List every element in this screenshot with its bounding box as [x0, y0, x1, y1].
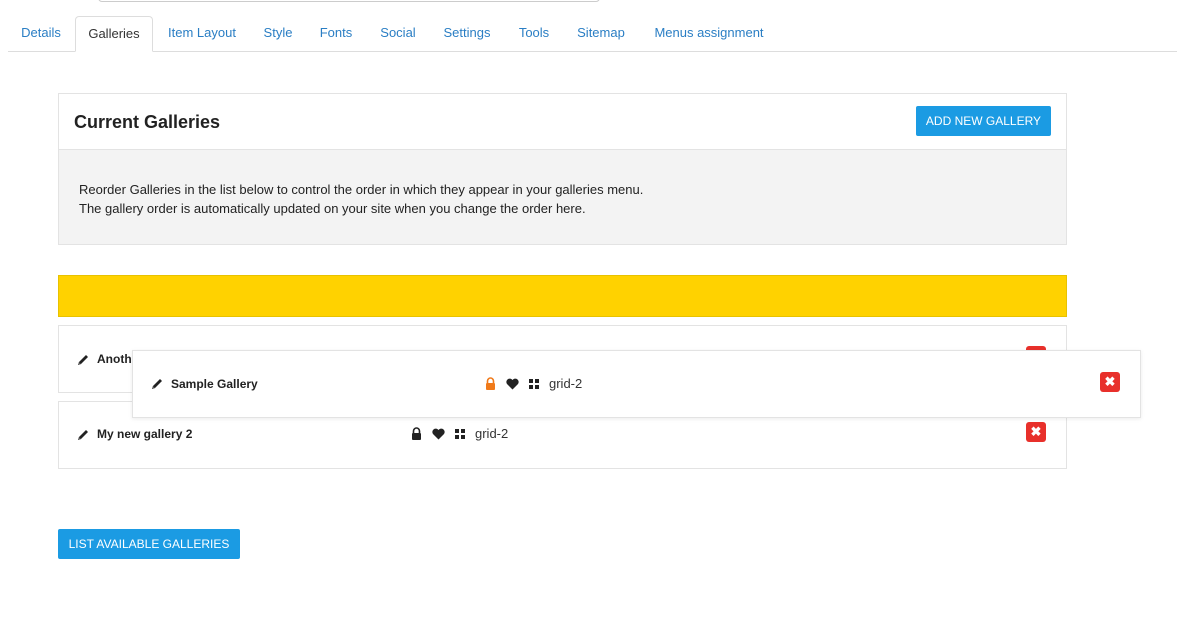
- pencil-icon[interactable]: [76, 353, 90, 367]
- tab-bar: Details Galleries Item Layout Style Font…: [8, 16, 1177, 52]
- lock-open-icon: [485, 377, 496, 390]
- layout-label: grid-2: [549, 376, 583, 391]
- list-available-galleries-button[interactable]: LIST AVAILABLE GALLERIES: [58, 529, 240, 559]
- tab-style[interactable]: Style: [257, 16, 299, 52]
- gallery-name[interactable]: Sample Gallery: [171, 377, 258, 391]
- gallery-meta: grid-2: [485, 376, 582, 391]
- description-line-2: The gallery order is automatically updat…: [79, 201, 586, 216]
- current-galleries-panel: Current Galleries ADD NEW GALLERY Reorde…: [58, 93, 1067, 245]
- top-text-field[interactable]: [98, 0, 600, 2]
- heart-icon: [506, 378, 519, 390]
- heart-icon: [432, 428, 445, 440]
- tab-details[interactable]: Details: [8, 16, 74, 52]
- description-line-1: Reorder Galleries in the list below to c…: [79, 182, 644, 197]
- tab-sitemap[interactable]: Sitemap: [571, 16, 631, 52]
- panel-description: Reorder Galleries in the list below to c…: [59, 150, 1066, 244]
- grid-icon: [529, 378, 539, 389]
- tab-settings[interactable]: Settings: [436, 16, 498, 52]
- panel-title: Current Galleries: [74, 112, 221, 132]
- lock-icon: [411, 427, 422, 440]
- tab-galleries[interactable]: Galleries: [75, 16, 153, 52]
- pencil-icon[interactable]: [76, 428, 90, 442]
- pencil-icon[interactable]: [150, 377, 164, 391]
- add-new-gallery-button[interactable]: ADD NEW GALLERY: [916, 106, 1051, 136]
- delete-button[interactable]: ✖: [1026, 422, 1046, 442]
- tab-fonts[interactable]: Fonts: [314, 16, 358, 52]
- drop-placeholder: [58, 275, 1067, 317]
- layout-label: grid-2: [475, 426, 509, 441]
- tab-social[interactable]: Social: [372, 16, 424, 52]
- tab-menus-assignment[interactable]: Menus assignment: [648, 16, 770, 52]
- delete-button[interactable]: ✖: [1100, 372, 1120, 392]
- grid-icon: [455, 428, 465, 439]
- tab-tools[interactable]: Tools: [513, 16, 555, 52]
- panel-header: Current Galleries ADD NEW GALLERY: [59, 94, 1066, 150]
- gallery-meta: grid-2: [411, 426, 508, 441]
- tab-item-layout[interactable]: Item Layout: [160, 16, 244, 52]
- dragging-gallery-row[interactable]: Sample Gallery grid-2 ✖: [132, 350, 1141, 418]
- gallery-name[interactable]: My new gallery 2: [97, 427, 192, 441]
